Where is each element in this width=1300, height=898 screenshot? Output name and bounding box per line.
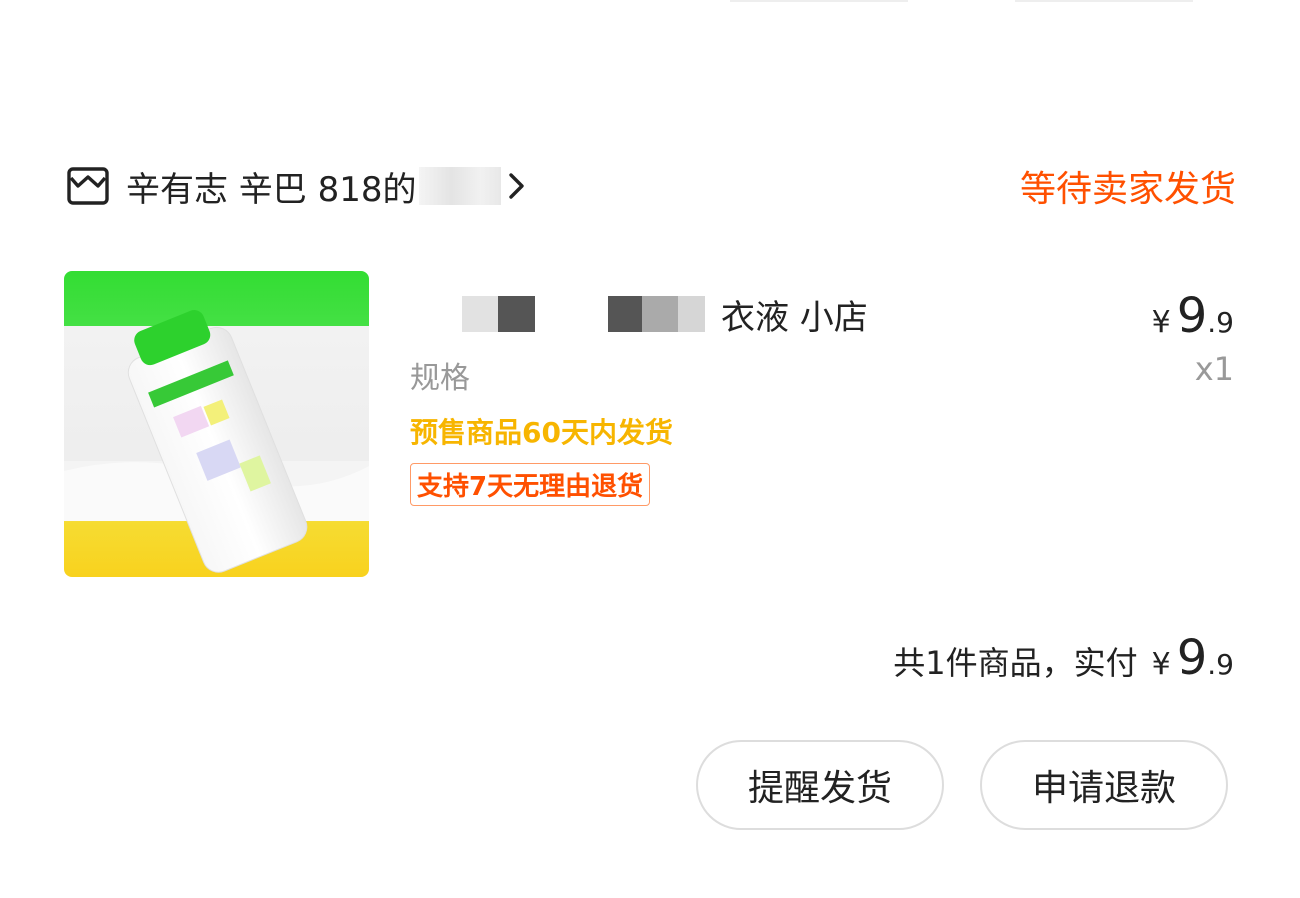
- item-price-column: ¥ 9 .9 x1: [1152, 288, 1234, 388]
- order-actions: 提醒发货 申请退款: [696, 740, 1228, 830]
- currency-symbol: ¥: [1151, 305, 1171, 340]
- presale-notice: 预售商品60天内发货: [410, 416, 673, 449]
- request-refund-button[interactable]: 申请退款: [980, 740, 1228, 830]
- product-image[interactable]: [64, 271, 369, 577]
- chevron-right-icon[interactable]: [507, 171, 529, 201]
- price-decimal: .9: [1207, 648, 1234, 681]
- price-integer: 9: [1176, 288, 1208, 344]
- product-title[interactable]: 衣液 小店: [410, 285, 1110, 343]
- order-detail-page: 辛有志 辛巴 818的 等待卖家发货 衣液 小店 规格 预售商品60天内发货 支…: [0, 0, 1300, 898]
- order-status: 等待卖家发货: [1019, 169, 1236, 210]
- product-info[interactable]: 衣液 小店 规格 预售商品60天内发货 支持7天无理由退货: [410, 285, 1110, 506]
- item-price: ¥ 9 .9: [1152, 288, 1234, 344]
- top-tab-indicator: [730, 0, 908, 2]
- redacted-product-title: [410, 296, 715, 332]
- currency-symbol: ¥: [1151, 647, 1171, 682]
- redacted-shop-name: [418, 167, 501, 205]
- top-tab-indicator: [1015, 0, 1193, 2]
- product-spec: 规格: [410, 361, 470, 396]
- store-icon: [66, 164, 110, 208]
- shop-header[interactable]: 辛有志 辛巴 818的 等待卖家发货: [66, 160, 1236, 212]
- total-label: 共1件商品，实付: [893, 644, 1138, 682]
- total-price: ¥ 9 .9: [1152, 630, 1234, 686]
- return-policy-badge: 支持7天无理由退货: [410, 463, 651, 506]
- remind-shipping-button[interactable]: 提醒发货: [696, 740, 944, 830]
- price-decimal: .9: [1207, 306, 1234, 339]
- product-title-text: 衣液 小店: [721, 297, 868, 338]
- price-integer: 9: [1176, 630, 1208, 686]
- item-quantity: x1: [1194, 350, 1234, 388]
- order-total: 共1件商品，实付 ¥ 9 .9: [893, 630, 1234, 686]
- shop-name[interactable]: 辛有志 辛巴 818的: [126, 162, 417, 211]
